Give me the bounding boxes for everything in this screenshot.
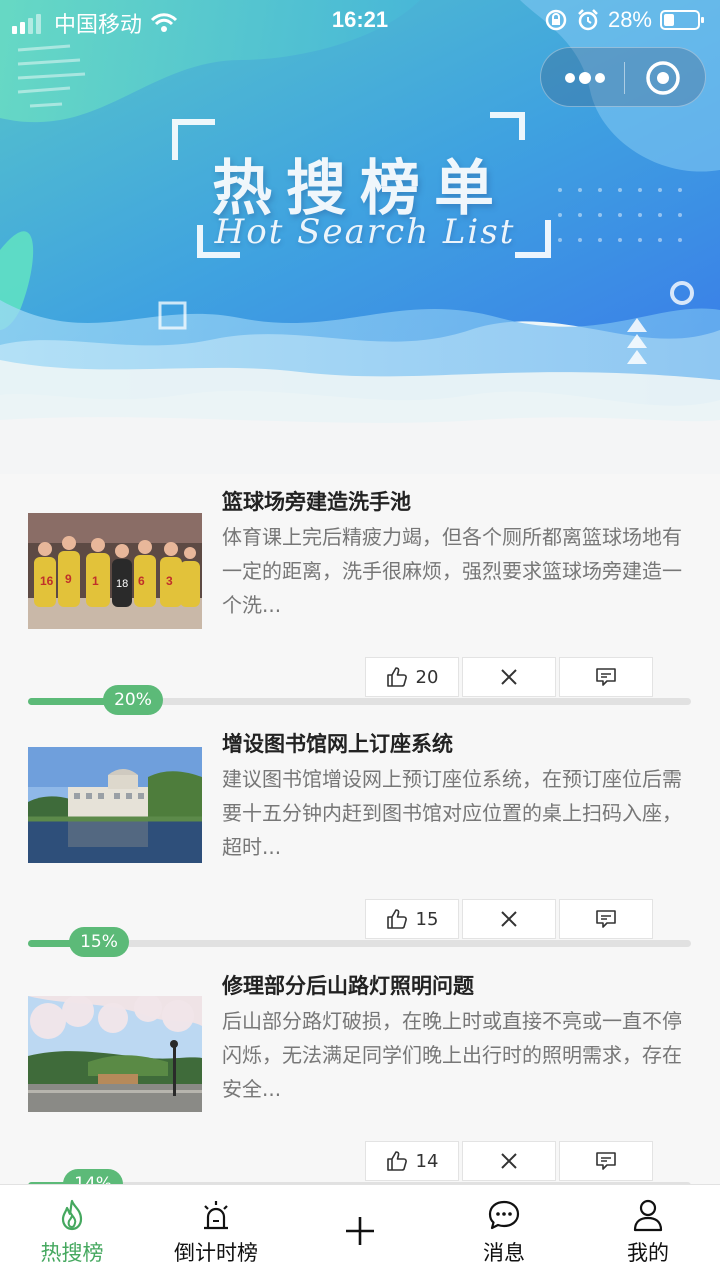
tab-hot-search[interactable]: 热搜榜 bbox=[0, 1185, 144, 1280]
item-thumbnail[interactable] bbox=[28, 996, 202, 1112]
miniprogram-capsule bbox=[540, 47, 706, 107]
svg-text:1: 1 bbox=[92, 574, 99, 588]
like-button[interactable]: 14 bbox=[365, 1141, 459, 1181]
svg-text:3: 3 bbox=[166, 574, 173, 588]
flame-icon bbox=[61, 1199, 83, 1231]
tab-label: 我的 bbox=[627, 1241, 669, 1265]
svg-text:9: 9 bbox=[65, 572, 72, 586]
comment-button[interactable] bbox=[559, 657, 653, 697]
comment-button[interactable] bbox=[559, 899, 653, 939]
dismiss-button[interactable] bbox=[462, 1141, 556, 1181]
svg-text:16: 16 bbox=[40, 574, 54, 588]
item-actions: 20 bbox=[365, 657, 653, 697]
cherry-blossom-road-photo bbox=[28, 996, 202, 1112]
like-count: 20 bbox=[415, 666, 439, 688]
battery-icon bbox=[660, 10, 704, 30]
alarm-clock-icon bbox=[578, 9, 598, 31]
thumbs-up-icon bbox=[386, 667, 407, 687]
banner-subtitle: Hot Search List bbox=[214, 212, 516, 252]
item-description: 后山部分路灯破损，在晚上时或直接不亮或一直不停闪烁，无法满足同学们晚上出行时的照… bbox=[222, 1009, 682, 1101]
dismiss-button[interactable] bbox=[462, 899, 556, 939]
more-options-icon[interactable] bbox=[563, 64, 607, 92]
like-count: 14 bbox=[415, 1150, 439, 1172]
tab-create[interactable] bbox=[288, 1185, 432, 1280]
close-icon bbox=[501, 669, 517, 685]
item-title[interactable]: 篮球场旁建造洗手池 bbox=[222, 486, 692, 516]
support-progress-bar: 15% bbox=[28, 927, 691, 957]
thumbs-up-icon bbox=[386, 1151, 407, 1171]
like-count: 15 bbox=[415, 908, 439, 930]
bottom-tab-bar: 热搜榜 倒计时榜 消息 我的 bbox=[0, 1184, 720, 1280]
comment-icon bbox=[596, 910, 616, 928]
svg-text:18: 18 bbox=[116, 578, 128, 590]
item-description: 体育课上完后精疲力竭，但各个厕所都离篮球场地有一定的距离，洗手很麻烦，强烈要求篮… bbox=[222, 525, 682, 617]
thumbs-up-icon bbox=[386, 909, 407, 929]
like-button[interactable]: 15 bbox=[365, 899, 459, 939]
item-actions: 14 bbox=[365, 1141, 653, 1181]
alarm-light-icon bbox=[204, 1201, 228, 1230]
library-lake-photo bbox=[28, 747, 202, 863]
list-item[interactable]: 16 9 1 6 3 18 篮球场旁建造洗手池 体育课上完后精疲力竭，但各个厕所都离篮… bbox=[0, 474, 720, 716]
hero-banner: 中国移动 16:21 28% 热搜榜单 Hot Search List bbox=[0, 0, 720, 474]
progress-badge: 20% bbox=[103, 685, 163, 715]
chat-bubble-icon bbox=[488, 1200, 520, 1230]
plus-icon bbox=[346, 1217, 374, 1245]
close-icon bbox=[501, 911, 517, 927]
tab-label: 消息 bbox=[483, 1241, 525, 1265]
item-thumbnail[interactable]: 16 9 1 6 3 18 bbox=[28, 513, 202, 629]
item-title[interactable]: 增设图书馆网上订座系统 bbox=[222, 728, 692, 758]
support-progress-bar: 20% bbox=[28, 685, 691, 715]
tab-countdown[interactable]: 倒计时榜 bbox=[144, 1185, 288, 1280]
tab-messages[interactable]: 消息 bbox=[432, 1185, 576, 1280]
progress-badge: 15% bbox=[69, 927, 129, 957]
user-icon bbox=[633, 1199, 663, 1232]
svg-text:6: 6 bbox=[138, 574, 145, 588]
tab-profile[interactable]: 我的 bbox=[576, 1185, 720, 1280]
close-icon bbox=[501, 1153, 517, 1169]
volleyball-team-photo: 16 9 1 6 3 18 bbox=[28, 513, 202, 629]
close-miniprogram-icon[interactable] bbox=[645, 60, 681, 96]
tab-label: 热搜榜 bbox=[40, 1241, 104, 1265]
list-item[interactable]: 增设图书馆网上订座系统 建议图书馆增设网上预订座位系统，在预订座位后需要十五分钟… bbox=[0, 716, 720, 958]
status-bar: 中国移动 16:21 28% bbox=[0, 0, 720, 40]
item-thumbnail[interactable] bbox=[28, 747, 202, 863]
item-description: 建议图书馆增设网上预订座位系统，在预订座位后需要十五分钟内赶到图书馆对应位置的桌… bbox=[222, 767, 682, 859]
list-item[interactable]: 修理部分后山路灯照明问题 后山部分路灯破损，在晚上时或直接不亮或一直不停闪烁，无… bbox=[0, 958, 720, 1200]
capsule-divider bbox=[624, 62, 625, 94]
dismiss-button[interactable] bbox=[462, 657, 556, 697]
comment-button[interactable] bbox=[559, 1141, 653, 1181]
comment-icon bbox=[596, 1152, 616, 1170]
item-title[interactable]: 修理部分后山路灯照明问题 bbox=[222, 970, 692, 1000]
comment-icon bbox=[596, 668, 616, 686]
like-button[interactable]: 20 bbox=[365, 657, 459, 697]
battery-percent: 28% bbox=[607, 7, 652, 32]
rotation-lock-icon bbox=[545, 9, 567, 31]
item-actions: 15 bbox=[365, 899, 653, 939]
tab-label: 倒计时榜 bbox=[174, 1241, 258, 1265]
